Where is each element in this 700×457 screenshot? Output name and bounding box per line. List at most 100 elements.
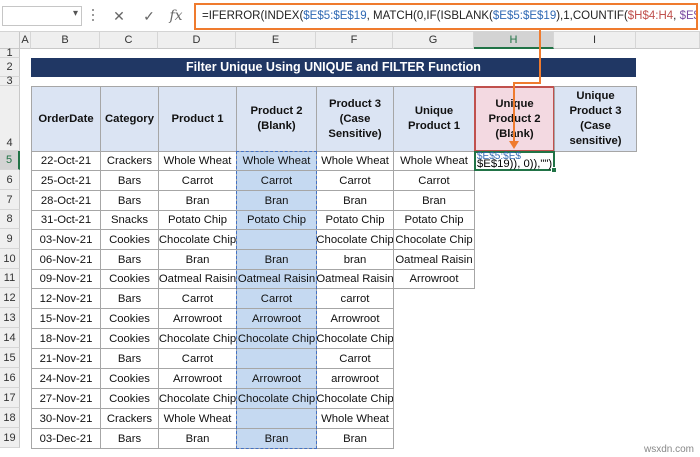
table-cell-b[interactable]: 09-Nov-21 bbox=[31, 269, 101, 289]
table-cell-b[interactable]: 27-Nov-21 bbox=[31, 388, 101, 409]
table-cell-d[interactable]: Oatmeal Raisin bbox=[158, 269, 237, 289]
row-header-8[interactable]: 8 bbox=[0, 210, 20, 229]
table-cell-f[interactable]: Whole Wheat bbox=[316, 408, 394, 429]
table-cell-f[interactable]: Chocolate Chip bbox=[316, 328, 394, 349]
table-cell-f[interactable]: carrot bbox=[316, 288, 394, 309]
column-header-e[interactable]: E bbox=[236, 32, 316, 49]
table-cell-b[interactable]: 18-Nov-21 bbox=[31, 328, 101, 349]
table-cell-b[interactable]: 06-Nov-21 bbox=[31, 249, 101, 270]
drag-handle-icon[interactable] bbox=[92, 9, 96, 23]
table-cell-b[interactable]: 15-Nov-21 bbox=[31, 308, 101, 329]
row-header-15[interactable]: 15 bbox=[0, 348, 20, 368]
column-header-a[interactable]: A bbox=[20, 32, 31, 49]
table-cell-b[interactable]: 30-Nov-21 bbox=[31, 408, 101, 429]
table-cell-f[interactable]: Chocolate Chip bbox=[316, 229, 394, 250]
table-cell-c[interactable]: Cookies bbox=[100, 328, 159, 349]
table-cell-b[interactable]: 24-Nov-21 bbox=[31, 368, 101, 389]
table-cell-g[interactable]: Whole Wheat bbox=[393, 151, 475, 171]
table-cell-b[interactable]: 12-Nov-21 bbox=[31, 288, 101, 309]
table-cell-g[interactable]: Carrot bbox=[393, 170, 475, 191]
row-header-17[interactable]: 17 bbox=[0, 388, 20, 408]
cancel-icon[interactable]: ✕ bbox=[108, 5, 130, 27]
table-cell-f[interactable]: Carrot bbox=[316, 170, 394, 191]
table-cell-c[interactable]: Bars bbox=[100, 190, 159, 211]
column-header-h[interactable]: H bbox=[474, 32, 554, 49]
table-cell-d[interactable]: Carrot bbox=[158, 288, 237, 309]
table-cell-c[interactable]: Bars bbox=[100, 288, 159, 309]
column-header-b[interactable]: B bbox=[31, 32, 100, 49]
table-cell-d[interactable]: Chocolate Chip bbox=[158, 388, 237, 409]
table-cell-d[interactable]: Bran bbox=[158, 428, 237, 449]
row-header-3[interactable]: 3 bbox=[0, 76, 20, 87]
column-header-f[interactable]: F bbox=[316, 32, 393, 49]
row-header-19[interactable]: 19 bbox=[0, 428, 20, 448]
table-cell-c[interactable]: Cookies bbox=[100, 388, 159, 409]
table-cell-f[interactable]: Bran bbox=[316, 190, 394, 211]
row-header-10[interactable]: 10 bbox=[0, 249, 20, 269]
insert-function-button[interactable]: fx bbox=[165, 5, 187, 27]
table-cell-d[interactable]: Whole Wheat bbox=[158, 408, 237, 429]
table-cell-b[interactable]: 22-Oct-21 bbox=[31, 151, 101, 171]
table-cell-d[interactable]: Chocolate Chip bbox=[158, 328, 237, 349]
row-header-1[interactable]: 1 bbox=[0, 48, 20, 59]
table-cell-d[interactable]: Chocolate Chip bbox=[158, 229, 237, 250]
table-cell-c[interactable]: Bars bbox=[100, 348, 159, 369]
table-cell-c[interactable]: Bars bbox=[100, 428, 159, 449]
row-header-16[interactable]: 16 bbox=[0, 368, 20, 388]
name-box[interactable]: ▾ bbox=[2, 6, 82, 26]
table-cell-f[interactable]: bran bbox=[316, 249, 394, 270]
table-cell-d[interactable]: Carrot bbox=[158, 170, 237, 191]
table-cell-d[interactable]: Arrowroot bbox=[158, 308, 237, 329]
table-cell-d[interactable]: Bran bbox=[158, 190, 237, 211]
chevron-down-icon[interactable]: ▾ bbox=[73, 8, 78, 19]
table-cell-c[interactable]: Cookies bbox=[100, 229, 159, 250]
table-cell-c[interactable]: Crackers bbox=[100, 408, 159, 429]
enter-icon[interactable]: ✓ bbox=[138, 5, 160, 27]
table-cell-g[interactable]: Chocolate Chip bbox=[393, 229, 475, 250]
table-cell-f[interactable]: Potato Chip bbox=[316, 210, 394, 230]
row-header-6[interactable]: 6 bbox=[0, 170, 20, 190]
table-cell-c[interactable]: Bars bbox=[100, 249, 159, 270]
row-header-5[interactable]: 5 bbox=[0, 151, 20, 170]
table-cell-d[interactable]: Potato Chip bbox=[158, 210, 237, 230]
table-cell-c[interactable]: Cookies bbox=[100, 269, 159, 289]
table-cell-b[interactable]: 25-Oct-21 bbox=[31, 170, 101, 191]
row-header-4[interactable]: 4 bbox=[0, 86, 20, 151]
table-cell-b[interactable]: 03-Dec-21 bbox=[31, 428, 101, 449]
row-header-11[interactable]: 11 bbox=[0, 269, 20, 288]
table-cell-f[interactable]: Arrowroot bbox=[316, 308, 394, 329]
table-cell-d[interactable]: Bran bbox=[158, 249, 237, 270]
table-cell-c[interactable]: Cookies bbox=[100, 308, 159, 329]
table-cell-d[interactable]: Arrowroot bbox=[158, 368, 237, 389]
table-cell-d[interactable]: Whole Wheat bbox=[158, 151, 237, 171]
table-cell-b[interactable]: 21-Nov-21 bbox=[31, 348, 101, 369]
table-cell-b[interactable]: 28-Oct-21 bbox=[31, 190, 101, 211]
table-cell-f[interactable]: Oatmeal Raisin bbox=[316, 269, 394, 289]
table-cell-c[interactable]: Crackers bbox=[100, 151, 159, 171]
table-cell-c[interactable]: Cookies bbox=[100, 368, 159, 389]
table-cell-g[interactable]: Oatmeal Raisin bbox=[393, 249, 475, 270]
row-header-12[interactable]: 12 bbox=[0, 288, 20, 308]
table-cell-f[interactable]: Bran bbox=[316, 428, 394, 449]
row-header-13[interactable]: 13 bbox=[0, 308, 20, 328]
row-header-14[interactable]: 14 bbox=[0, 328, 20, 348]
table-cell-c[interactable]: Bars bbox=[100, 170, 159, 191]
table-cell-g[interactable]: Arrowroot bbox=[393, 269, 475, 289]
table-cell-f[interactable]: arrowroot bbox=[316, 368, 394, 389]
table-cell-b[interactable]: 31-Oct-21 bbox=[31, 210, 101, 230]
table-cell-c[interactable]: Snacks bbox=[100, 210, 159, 230]
column-header-i[interactable]: I bbox=[554, 32, 636, 49]
table-cell-g[interactable]: Bran bbox=[393, 190, 475, 211]
formula-input[interactable]: =IFERROR(INDEX($E$5:$E$19, MATCH(0,IF(IS… bbox=[194, 3, 698, 30]
row-header-9[interactable]: 9 bbox=[0, 229, 20, 249]
row-header-18[interactable]: 18 bbox=[0, 408, 20, 428]
column-header-g[interactable]: G bbox=[393, 32, 474, 49]
table-cell-g[interactable]: Potato Chip bbox=[393, 210, 475, 230]
table-cell-b[interactable]: 03-Nov-21 bbox=[31, 229, 101, 250]
column-header-c[interactable]: C bbox=[100, 32, 158, 49]
table-cell-f[interactable]: Whole Wheat bbox=[316, 151, 394, 171]
table-cell-f[interactable]: Carrot bbox=[316, 348, 394, 369]
row-header-7[interactable]: 7 bbox=[0, 190, 20, 210]
column-header-d[interactable]: D bbox=[158, 32, 236, 49]
table-cell-d[interactable]: Carrot bbox=[158, 348, 237, 369]
